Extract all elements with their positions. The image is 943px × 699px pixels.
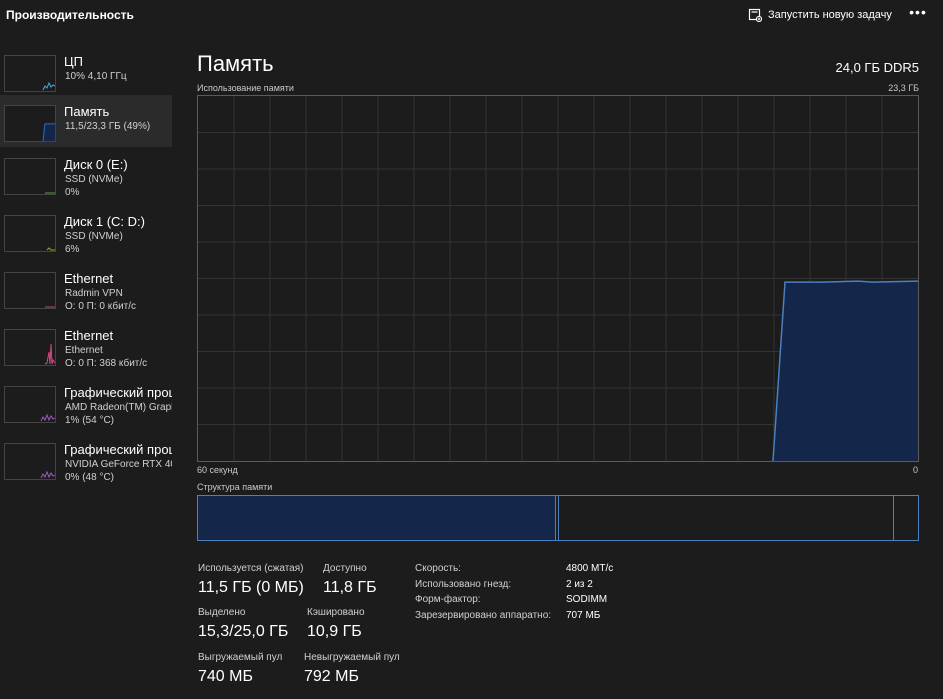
sidebar-item-name: Ethernet: [64, 271, 114, 286]
sidebar-item-detail: 10% 4,10 ГГц: [65, 71, 127, 82]
cached-value: 10,9 ГБ: [307, 623, 362, 640]
nonpaged-pool-label: Невыгружаемый пул: [304, 652, 400, 663]
graph-label: Использование памяти: [197, 83, 294, 93]
graph-time-label: 60 секунд: [197, 465, 238, 475]
run-new-task-button[interactable]: Запустить новую задачу: [748, 6, 892, 24]
slots-used-value: 2 из 2: [566, 579, 593, 590]
cached-label: Кэшировано: [307, 607, 365, 618]
sidebar-item-detail: AMD Radeon(TM) Graphics: [65, 402, 172, 413]
sidebar-item-ethernet-vpn[interactable]: Ethernet Radmin VPN О: 0 П: 0 кбит/с: [0, 262, 172, 314]
disk0-thumbnail-graph: [4, 158, 56, 195]
memory-usage-plot: [198, 96, 918, 461]
memory-spec: 24,0 ГБ DDR5: [835, 60, 920, 75]
run-task-label: Запустить новую задачу: [768, 9, 892, 21]
section-title: Память: [197, 51, 274, 76]
sidebar-item-name: Диск 0 (E:): [64, 157, 128, 172]
sidebar-item-ethernet[interactable]: Ethernet Ethernet О: 0 П: 368 кбит/с: [0, 319, 172, 371]
speed-value: 4800 МТ/с: [566, 563, 614, 574]
sidebar-item-detail-2: О: 0 П: 368 кбит/с: [65, 358, 148, 369]
sidebar-item-gpu1[interactable]: Графический процессор 1 NVIDIA GeForce R…: [0, 433, 172, 485]
paged-pool-value: 740 МБ: [198, 668, 253, 685]
memory-structure-label: Структура памяти: [197, 482, 273, 492]
run-task-icon: [748, 8, 762, 22]
graph-max-label: 23,3 ГБ: [888, 83, 919, 93]
memory-structure-in-use: [198, 496, 556, 540]
in-use-label: Используется (сжатая): [198, 563, 304, 574]
thumb-line: [46, 247, 55, 251]
hardware-reserved-value: 707 МБ: [566, 610, 601, 621]
committed-label: Выделено: [198, 607, 246, 618]
hardware-reserved-label: Зарезервировано аппаратно:: [415, 610, 552, 621]
sidebar-item-detail-2: 1% (54 °C): [65, 415, 115, 426]
cpu-thumbnail-graph: [4, 55, 56, 92]
more-options-button[interactable]: •••: [908, 4, 928, 24]
ethernet-vpn-thumbnail-graph: [4, 272, 56, 309]
sidebar-item-detail-2: 6%: [65, 244, 80, 255]
sidebar-item-name: Графический процессор 1: [64, 442, 172, 457]
form-factor-value: SODIMM: [566, 594, 608, 605]
sidebar-item-detail: Radmin VPN: [65, 288, 123, 299]
sidebar-item-memory[interactable]: Память 11,5/23,3 ГБ (49%): [0, 95, 172, 147]
sidebar-item-detail: SSD (NVMe): [65, 174, 123, 185]
available-label: Доступно: [323, 563, 367, 574]
sidebar-item-cpu[interactable]: ЦП 10% 4,10 ГГц: [0, 45, 172, 97]
available-value: 11,8 ГБ: [323, 579, 377, 596]
sidebar-item-disk0[interactable]: Диск 0 (E:) SSD (NVMe) 0%: [0, 148, 172, 200]
nonpaged-pool-value: 792 МБ: [304, 668, 359, 685]
paged-pool-label: Выгружаемый пул: [198, 652, 283, 663]
page-title: Производительность: [6, 8, 134, 22]
sidebar-item-gpu0[interactable]: Графический процессор 0 AMD Radeon(TM) G…: [0, 376, 172, 428]
sidebar-item-name: Диск 1 (C: D:): [64, 214, 145, 229]
graph-zero-label: 0: [912, 465, 918, 475]
ethernet-thumbnail-graph: [4, 329, 56, 366]
sidebar-item-name: ЦП: [64, 54, 83, 69]
sidebar-item-detail-2: О: 0 П: 0 кбит/с: [65, 301, 137, 312]
sidebar-item-detail: Ethernet: [65, 345, 103, 356]
memory-thumbnail-graph: [4, 105, 56, 142]
thumb-line: [40, 470, 55, 479]
speed-label: Скорость:: [415, 563, 461, 574]
sidebar-item-detail: 11,5/23,3 ГБ (49%): [65, 121, 151, 132]
sidebar-item-detail-2: 0% (48 °C): [65, 472, 115, 483]
sidebar: ЦП 10% 4,10 ГГц Память 11,5/23,3 ГБ (49%…: [0, 38, 172, 699]
top-bar: Производительность Запустить новую задач…: [0, 0, 943, 30]
sidebar-item-name: Графический процессор 0: [64, 385, 172, 400]
form-factor-label: Форм-фактор:: [415, 594, 481, 605]
gpu0-thumbnail-graph: [4, 386, 56, 423]
sidebar-item-detail: NVIDIA GeForce RTX 4050: [65, 459, 172, 470]
memory-usage-graph: [197, 95, 919, 462]
memory-structure-bar: [197, 495, 919, 541]
memory-structure-divider: [893, 496, 894, 540]
sidebar-item-name: Память: [64, 104, 110, 119]
sidebar-item-name: Ethernet: [64, 328, 114, 343]
thumb-line: [40, 413, 55, 422]
thumb-line: [44, 343, 55, 365]
gpu1-thumbnail-graph: [4, 443, 56, 480]
in-use-value: 11,5 ГБ (0 МБ): [198, 579, 304, 596]
sidebar-item-detail: SSD (NVMe): [65, 231, 123, 242]
committed-value: 15,3/25,0 ГБ: [198, 623, 289, 640]
slots-used-label: Использовано гнезд:: [415, 579, 512, 590]
memory-structure-divider: [558, 496, 559, 540]
sidebar-item-disk1[interactable]: Диск 1 (C: D:) SSD (NVMe) 6%: [0, 205, 172, 257]
memory-usage-area: [773, 281, 918, 461]
sidebar-item-detail-2: 0%: [65, 187, 80, 198]
disk1-thumbnail-graph: [4, 215, 56, 252]
thumb-line: [42, 81, 55, 91]
